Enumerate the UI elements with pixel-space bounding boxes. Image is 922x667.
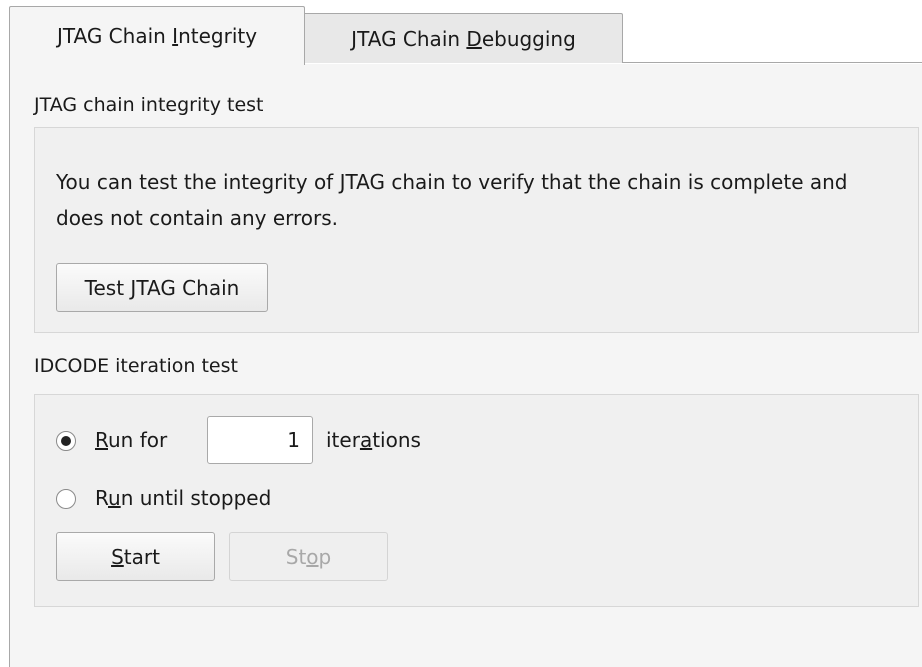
run-until-stopped-label[interactable]: Run until stopped <box>95 486 271 510</box>
tab-label: JTAG Chain Debugging <box>351 26 576 51</box>
tab-bar-line <box>623 62 922 63</box>
integrity-group: You can test the integrity of JTAG chain… <box>34 127 919 333</box>
run-for-label[interactable]: Run for <box>95 428 167 452</box>
idcode-group: Run for 1 iterations Run until stopped S… <box>34 394 919 607</box>
integrity-section-title: JTAG chain integrity test <box>34 94 264 116</box>
radio-selected-dot <box>61 436 71 446</box>
tab-jtag-chain-debugging[interactable]: JTAG Chain Debugging <box>305 13 623 63</box>
integrity-description: You can test the integrity of JTAG chain… <box>56 170 848 230</box>
jtag-dialog: JTAG Chain Integrity JTAG Chain Debuggin… <box>0 0 922 667</box>
button-label: Start <box>111 544 160 569</box>
idcode-section-title: IDCODE iteration test <box>34 355 238 377</box>
run-until-stopped-radio[interactable] <box>56 489 76 509</box>
iterations-label: iterations <box>326 428 421 452</box>
run-for-radio[interactable] <box>56 431 76 451</box>
test-jtag-chain-button[interactable]: Test JTAG Chain <box>56 263 268 312</box>
tab-label: JTAG Chain Integrity <box>56 24 258 48</box>
button-label: Stop <box>285 544 332 569</box>
tab-jtag-chain-integrity[interactable]: JTAG Chain Integrity <box>9 6 305 65</box>
button-label: Test JTAG Chain <box>84 275 240 300</box>
iterations-input[interactable]: 1 <box>207 416 313 464</box>
stop-button[interactable]: Stop <box>229 532 388 581</box>
start-button[interactable]: Start <box>56 532 215 581</box>
tab-panel: JTAG chain integrity test You can test t… <box>9 64 922 667</box>
iterations-value: 1 <box>287 428 300 452</box>
